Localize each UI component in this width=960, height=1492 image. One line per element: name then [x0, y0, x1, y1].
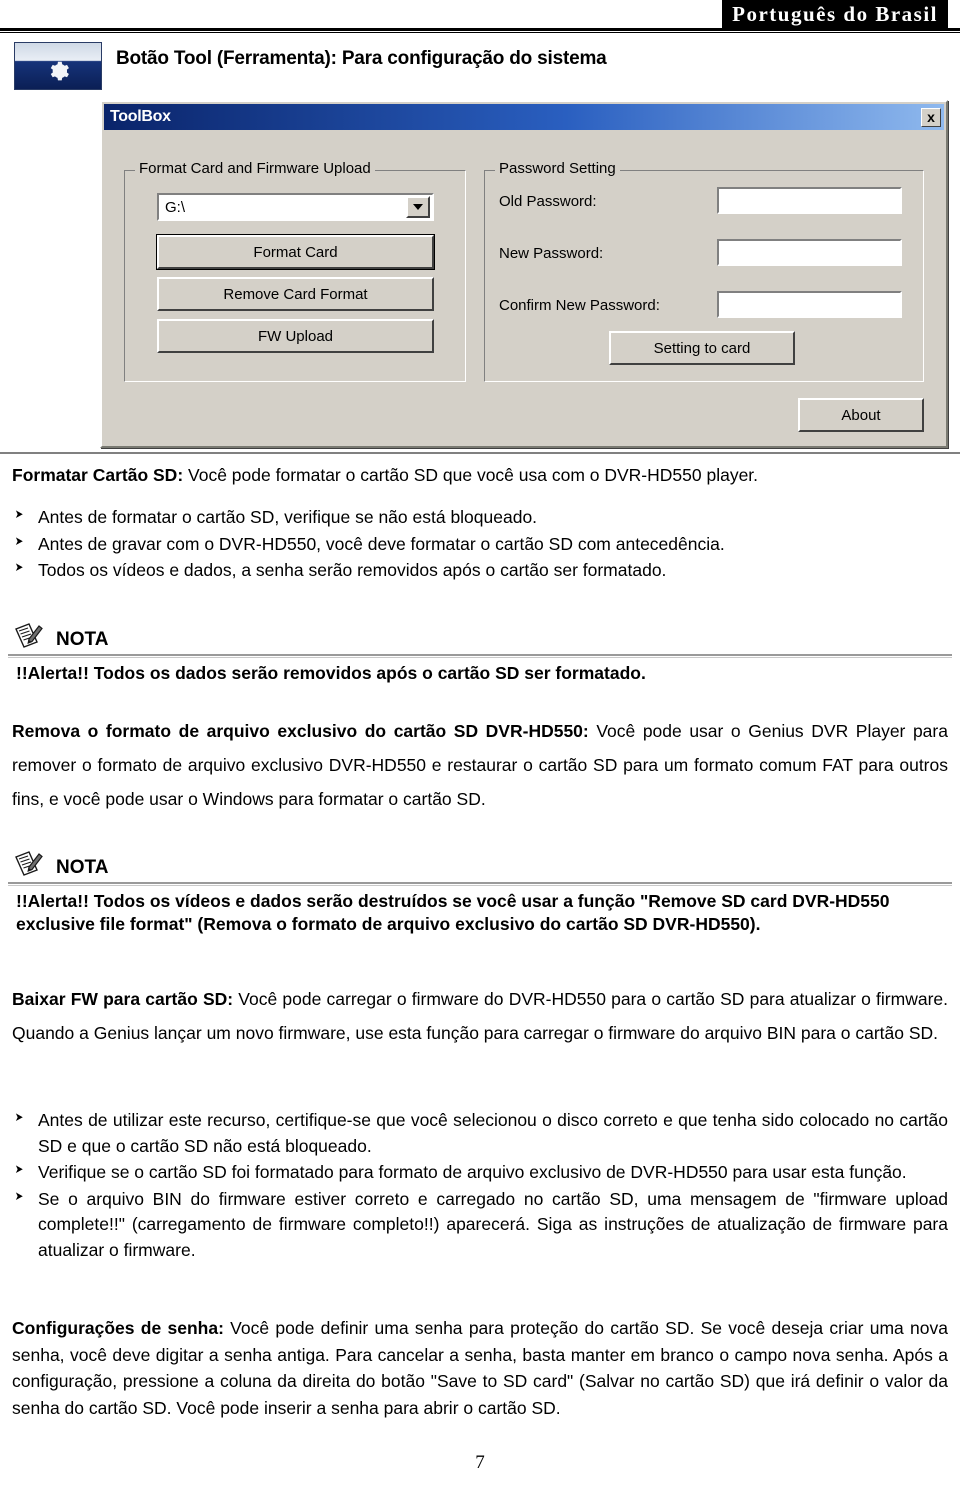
old-password-input[interactable] [717, 187, 902, 214]
list-item: Se o arquivo BIN do firmware estiver cor… [12, 1187, 948, 1264]
dialog-titlebar: ToolBox x [104, 104, 944, 130]
dialog-bottom-divider [0, 452, 960, 454]
list-item: Antes de utilizar este recurso, certifiq… [12, 1108, 948, 1159]
list-item: Antes de gravar com o DVR-HD550, você de… [12, 532, 948, 558]
setting-to-card-button[interactable]: Setting to card [609, 331, 795, 365]
format-card-text: Você pode formatar o cartão SD que você … [183, 465, 759, 485]
note-block-1: NOTA !!Alerta!! Todos os dados serão rem… [8, 612, 952, 685]
section-title-row: Botão Tool (Ferramenta): Para configuraç… [0, 40, 960, 92]
list-item: Verifique se o cartão SD foi formatado p… [12, 1160, 948, 1186]
fw-upload-paragraph: Baixar FW para cartão SD: Você pode carr… [12, 982, 948, 1050]
chevron-down-icon[interactable] [406, 196, 430, 218]
page-number: 7 [475, 1452, 485, 1473]
format-card-term: Formatar Cartão SD: [12, 465, 184, 485]
new-password-input[interactable] [717, 239, 902, 266]
remove-format-section: Remova o formato de arquivo exclusivo do… [12, 714, 948, 816]
note-divider [8, 882, 952, 886]
header-divider [0, 28, 960, 33]
format-card-group-legend: Format Card and Firmware Upload [135, 160, 375, 177]
fw-upload-section: Baixar FW para cartão SD: Você pode carr… [12, 982, 948, 1050]
gear-icon [14, 42, 102, 90]
remove-format-paragraph: Remova o formato de arquivo exclusivo do… [12, 714, 948, 816]
note-divider [8, 654, 952, 658]
about-button[interactable]: About [798, 398, 924, 432]
note-label: NOTA [56, 629, 109, 650]
remove-format-term: Remova o formato de arquivo exclusivo do… [12, 721, 589, 741]
page-header: Português do Brasil [0, 0, 960, 34]
list-item: Todos os vídeos e dados, a senha serão r… [12, 558, 948, 584]
format-card-button[interactable]: Format Card [156, 234, 435, 270]
remove-card-format-button[interactable]: Remove Card Format [157, 277, 434, 311]
toolbox-dialog: ToolBox x Format Card and Firmware Uploa… [100, 100, 948, 448]
notepad-pencil-icon [12, 848, 44, 880]
fw-upload-bullets: Antes de utilizar este recurso, certifiq… [12, 1108, 948, 1264]
close-icon[interactable]: x [921, 107, 941, 127]
password-settings-section: Configurações de senha: Você pode defini… [12, 1315, 948, 1421]
note-text: !!Alerta!! Todos os dados serão removido… [16, 663, 646, 683]
format-card-section: Formatar Cartão SD: Você pode formatar o… [12, 458, 948, 492]
confirm-new-password-input[interactable] [717, 291, 902, 318]
page-title: Botão Tool (Ferramenta): Para configuraç… [116, 48, 607, 69]
language-tag: Português do Brasil [722, 0, 948, 30]
format-card-bullets: Antes de formatar o cartão SD, verifique… [12, 505, 948, 585]
note-label: NOTA [56, 857, 109, 878]
fw-upload-button[interactable]: FW Upload [157, 319, 434, 353]
format-card-paragraph: Formatar Cartão SD: Você pode formatar o… [12, 458, 948, 492]
password-settings-paragraph: Configurações de senha: Você pode defini… [12, 1315, 948, 1421]
password-setting-group: Password Setting Old Password: New Passw… [484, 160, 924, 382]
new-password-label: New Password: [499, 245, 604, 262]
fw-upload-term: Baixar FW para cartão SD: [12, 989, 234, 1009]
old-password-label: Old Password: [499, 193, 597, 210]
drive-select[interactable]: G:\ [157, 193, 434, 221]
note-text: !!Alerta!! Todos os vídeos e dados serão… [16, 891, 890, 935]
drive-select-value: G:\ [165, 198, 186, 216]
notepad-pencil-icon [12, 620, 44, 652]
format-card-group: Format Card and Firmware Upload G:\ Form… [124, 160, 466, 382]
list-item: Antes de formatar o cartão SD, verifique… [12, 505, 948, 531]
note-block-2: NOTA !!Alerta!! Todos os vídeos e dados … [8, 840, 952, 936]
dialog-body: Format Card and Firmware Upload G:\ Form… [102, 130, 946, 448]
dialog-title: ToolBox [110, 108, 171, 125]
confirm-new-password-label: Confirm New Password: [499, 297, 660, 314]
password-settings-term: Configurações de senha: [12, 1318, 224, 1338]
password-setting-group-legend: Password Setting [495, 160, 620, 177]
